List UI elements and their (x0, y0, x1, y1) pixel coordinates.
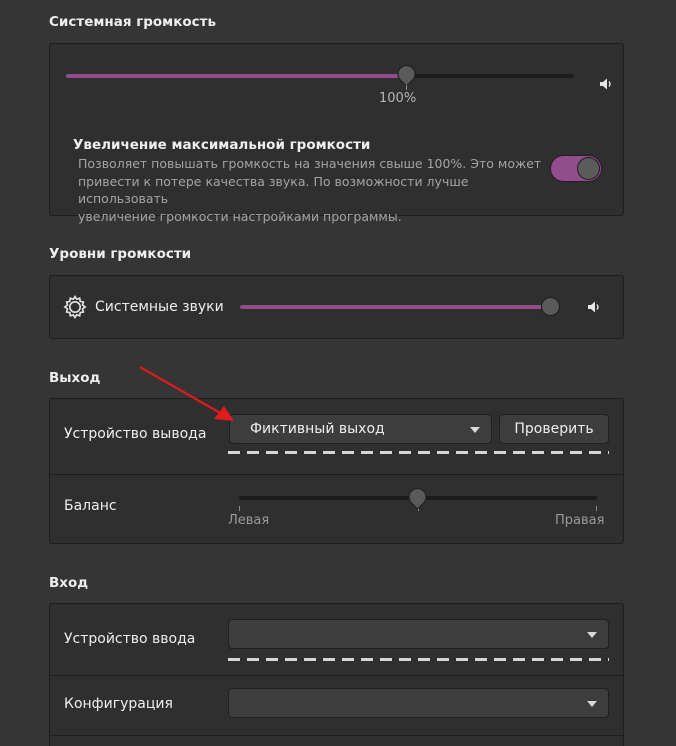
system-volume-slider-fill (66, 74, 406, 78)
system-volume-frame: 100% Увеличение максимальной громкости П… (49, 43, 624, 224)
over-amplification-description-line: увеличение громкости настройками програм… (78, 208, 402, 224)
balance-left-tick (239, 506, 240, 511)
chevron-down-icon (470, 427, 480, 433)
system-volume-slider-knob[interactable] (397, 65, 416, 87)
balance-right-label: Правая (555, 513, 605, 528)
system-sounds-slider-fill (240, 305, 550, 309)
output-title: Выход (49, 370, 101, 386)
over-amplification-description-line: привести к потере качества звука. По воз… (78, 173, 469, 207)
annotation-arrow (139, 366, 234, 421)
over-amplification-toggle[interactable] (550, 155, 602, 182)
over-amplification-description-line: Позволяет повышать громкость на значения… (78, 156, 542, 171)
system-volume-100-tick (406, 85, 407, 90)
over-amplification-description: Позволяет повышать громкость на значения… (78, 155, 548, 225)
test-button[interactable]: Проверить (499, 414, 609, 444)
input-device-dropdown[interactable] (228, 619, 609, 649)
input-row-divider (50, 735, 623, 736)
volume-levels-title: Уровни громкости (49, 246, 192, 262)
balance-right-tick (596, 506, 597, 511)
balance-slider-knob[interactable] (408, 488, 427, 510)
gear-icon (63, 295, 87, 319)
output-device-dropdown[interactable]: Фиктивный выход (229, 414, 492, 444)
volume-levels-frame: Системные звуки (49, 275, 624, 339)
input-title: Вход (49, 575, 89, 591)
over-amplification-title: Увеличение максимальной громкости (73, 137, 371, 153)
speaker-icon (600, 78, 611, 90)
input-row-divider (50, 675, 623, 676)
input-device-label: Устройство ввода (64, 631, 196, 647)
chevron-down-icon (587, 632, 597, 638)
over-amplification-toggle-thumb (577, 157, 600, 180)
system-volume-value: 100% (379, 91, 417, 106)
output-device-dashed-underline (228, 451, 609, 454)
input-frame: Устройство ввода Конфигурация (49, 603, 624, 746)
output-row-divider (50, 474, 623, 475)
configuration-label: Конфигурация (64, 696, 173, 712)
configuration-dropdown[interactable] (228, 688, 609, 718)
system-volume-title: Системная громкость (49, 14, 217, 30)
input-device-dashed-underline (228, 658, 609, 661)
balance-left-label: Левая (228, 513, 270, 528)
system-sounds-label: Системные звуки (95, 299, 224, 315)
system-sounds-slider[interactable] (240, 305, 560, 309)
output-device-value: Фиктивный выход (250, 421, 385, 437)
output-device-label: Устройство вывода (64, 426, 207, 442)
balance-label: Баланс (64, 498, 117, 514)
speaker-icon (588, 301, 599, 313)
system-sounds-slider-knob[interactable] (541, 297, 560, 316)
chevron-down-icon (587, 701, 597, 707)
system-volume-slider[interactable] (66, 74, 574, 78)
